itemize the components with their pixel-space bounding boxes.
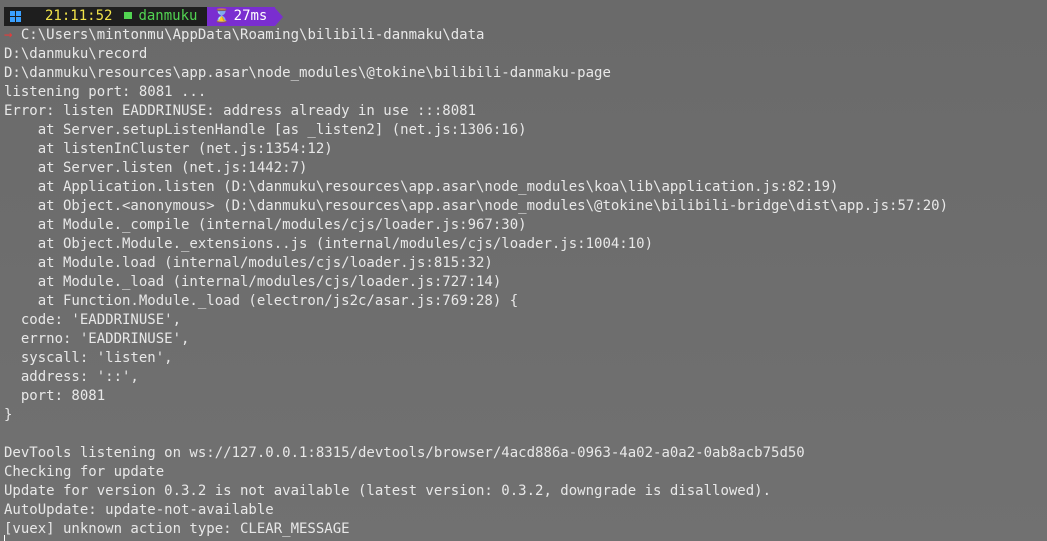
prompt-duration-segment: ⌛ 27ms (207, 7, 276, 26)
output-line: at Module._load (internal/modules/cjs/lo… (4, 274, 502, 290)
output-line: at Server.setupListenHandle [as _listen2… (4, 122, 527, 138)
output-line: [vuex] unknown action type: CLEAR_MESSAG… (4, 521, 350, 537)
terminal-output[interactable]: → C:\Users\mintonmu\AppData\Roaming\bili… (4, 26, 1044, 539)
cursor-caret (4, 535, 5, 541)
cwd-line: → C:\Users\mintonmu\AppData\Roaming\bili… (4, 26, 1044, 45)
prompt-os-segment (4, 7, 27, 26)
output-line: } (4, 407, 13, 423)
output-line: Error: listen EADDRINUSE: address alread… (4, 103, 477, 119)
prompt-directory-segment: danmuku (118, 7, 208, 26)
windows-icon (10, 11, 21, 22)
output-line: listening port: 8081 ... (4, 84, 207, 100)
prompt-end-separator (275, 7, 284, 26)
cwd-path: C:\Users\mintonmu\AppData\Roaming\bilibi… (12, 27, 485, 43)
output-line: Checking for update (4, 464, 165, 480)
output-line: at Object.Module._extensions..js (intern… (4, 236, 654, 252)
folder-icon (124, 12, 133, 19)
output-line: D:\danmuku\record (4, 46, 148, 62)
output-line: at listenInCluster (net.js:1354:12) (4, 141, 333, 157)
prompt-duration: 27ms (233, 8, 268, 24)
output-line: at Function.Module._load (electron/js2c/… (4, 293, 519, 309)
output-line: at Object.<anonymous> (D:\danmuku\resour… (4, 198, 949, 214)
prompt-time: 21:11:52 (27, 7, 119, 26)
output-line: at Application.listen (D:\danmuku\resour… (4, 179, 839, 195)
output-line: errno: 'EADDRINUSE', (4, 331, 190, 347)
output-line: AutoUpdate: update-not-available (4, 502, 274, 518)
output-line: port: 8081 (4, 388, 106, 404)
output-line: Update for version 0.3.2 is not availabl… (4, 483, 772, 499)
output-line: code: 'EADDRINUSE', (4, 312, 182, 328)
output-line: DevTools listening on ws://127.0.0.1:831… (4, 445, 805, 461)
output-line: at Server.listen (net.js:1442:7) (4, 160, 308, 176)
output-line: at Module._compile (internal/modules/cjs… (4, 217, 527, 233)
hourglass-icon: ⌛ (213, 9, 230, 24)
terminal-window[interactable]: 21:11:52 danmuku ⌛ 27ms → C:\Users\minto… (0, 0, 1047, 541)
output-line: address: '::', (4, 369, 139, 385)
output-line: D:\danmuku\resources\app.asar\node_modul… (4, 65, 611, 81)
output-line: syscall: 'listen', (4, 350, 173, 366)
prompt-bar: 21:11:52 danmuku ⌛ 27ms (4, 7, 284, 26)
output-line: at Module.load (internal/modules/cjs/loa… (4, 255, 493, 271)
prompt-directory: danmuku (138, 8, 198, 24)
